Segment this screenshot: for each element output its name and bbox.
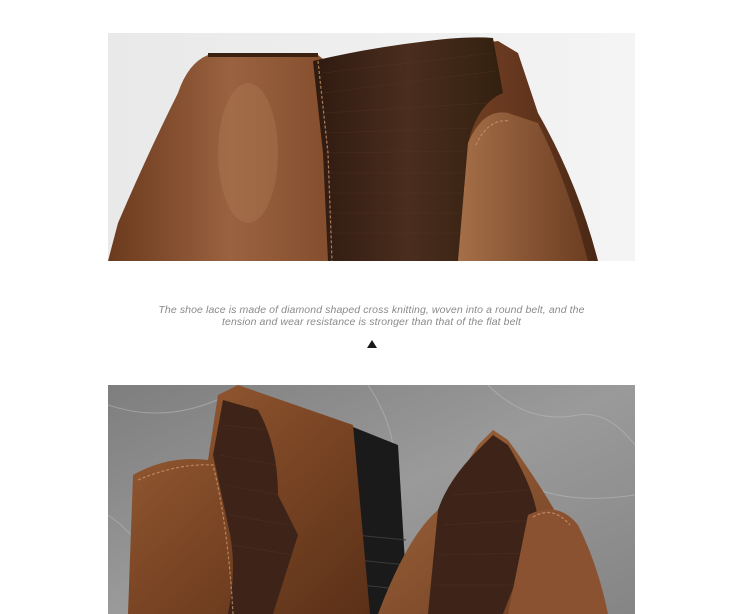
boot-closeup-photo bbox=[108, 33, 635, 261]
product-caption: The shoe lace is made of diamond shaped … bbox=[108, 304, 635, 328]
boots-pair-photo bbox=[108, 385, 635, 614]
caption-line-2: tension and wear resistance is stronger … bbox=[221, 316, 522, 328]
boots-pair-illustration bbox=[108, 385, 635, 614]
triangle-up-icon bbox=[367, 340, 377, 348]
boot-closeup-illustration bbox=[108, 33, 635, 261]
caption-line-1: The shoe lace is made of diamond shaped … bbox=[158, 304, 585, 316]
